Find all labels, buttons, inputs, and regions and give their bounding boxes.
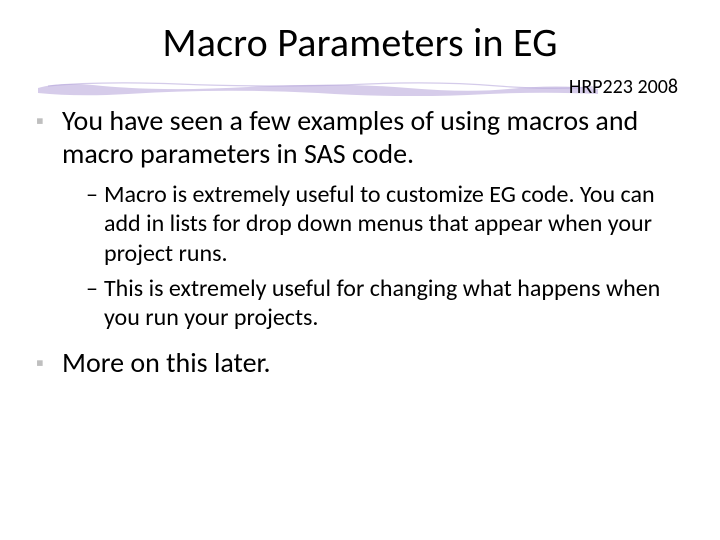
slide: Macro Parameters in EG HRP223 2008 ▪ You… [0,0,720,540]
bullet-text: More on this later. [62,346,684,379]
square-bullet-icon: ▪ [36,110,54,132]
bullet-text: You have seen a few examples of using ma… [62,104,684,170]
brush-decoration [38,78,638,96]
bullet-item: ▪ More on this later. [36,346,684,379]
sub-bullet-item: – This is extremely useful for changing … [86,274,684,333]
dash-bullet-icon: – [86,180,98,209]
bullet-item: ▪ You have seen a few examples of using … [36,104,684,170]
sub-bullet-text: This is extremely useful for changing wh… [104,274,684,333]
sub-bullet-text: Macro is extremely useful to customize E… [104,180,684,268]
slide-title: Macro Parameters in EG [0,18,720,67]
sub-bullet-group: – Macro is extremely useful to customize… [86,180,684,332]
square-bullet-icon: ▪ [36,352,54,374]
slide-body: ▪ You have seen a few examples of using … [36,104,684,389]
course-code-label: HRP223 2008 [569,75,678,99]
dash-bullet-icon: – [86,274,98,303]
sub-bullet-item: – Macro is extremely useful to customize… [86,180,684,268]
